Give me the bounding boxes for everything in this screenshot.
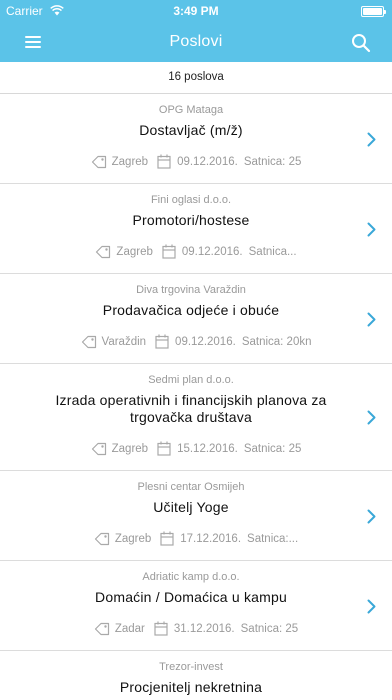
tag-icon: [94, 532, 109, 545]
chevron-right-icon: [367, 410, 376, 425]
job-meta: Zagreb 09.12.2016. Satnica: 25: [0, 154, 392, 169]
job-company: Sedmi plan d.o.o.: [148, 374, 234, 386]
job-date: 15.12.2016.: [177, 442, 238, 455]
chevron-right-icon: [367, 222, 376, 237]
job-meta: Zagreb 15.12.2016. Satnica: 25: [0, 441, 392, 456]
chevron-right-icon: [367, 509, 376, 524]
job-company: Fini oglasi d.o.o.: [150, 194, 232, 206]
calendar-icon: [162, 244, 176, 259]
job-title: Učitelj Yoge: [153, 499, 229, 515]
job-rate: Satnica: 25: [243, 155, 302, 168]
job-location: Zagreb: [111, 155, 149, 168]
job-company: Plesni centar Osmijeh: [137, 481, 245, 493]
nav-bar: Poslovi: [0, 22, 392, 62]
job-date: 31.12.2016.: [173, 622, 235, 635]
job-date: 09.12.2016.: [175, 335, 236, 348]
job-location: Zagreb: [111, 442, 149, 455]
job-rate: Satnica: 25: [243, 442, 302, 455]
job-title: Domaćin / Domaćica u kampu: [95, 589, 287, 605]
calendar-icon: [155, 334, 169, 349]
chevron-right-icon: [367, 599, 376, 614]
calendar-icon: [157, 154, 171, 169]
search-icon: [352, 34, 371, 53]
job-title: Prodavačica odjeće i obuće: [102, 302, 280, 318]
job-rate: Satnica: 20kn: [241, 335, 312, 348]
job-rate: Satnica: 25: [240, 622, 299, 635]
chevron-right-icon: [367, 132, 376, 147]
job-location: Zadar: [114, 622, 145, 635]
tag-icon: [91, 155, 106, 168]
job-item[interactable]: OPG Mataga Dostavljač (m/ž) Zagreb 09.12…: [0, 94, 392, 184]
job-title: Dostavljač (m/ž): [139, 122, 243, 138]
job-item[interactable]: Adriatic kamp d.o.o. Domaćin / Domaćica …: [0, 561, 392, 651]
job-date: 17.12.2016.: [180, 532, 242, 545]
job-date: 09.12.2016.: [181, 245, 243, 258]
job-list: OPG Mataga Dostavljač (m/ž) Zagreb 09.12…: [0, 94, 392, 700]
hamburger-icon: [25, 36, 41, 38]
job-item[interactable]: Plesni centar Osmijeh Učitelj Yoge Zagre…: [0, 471, 392, 561]
job-meta: Varaždin 09.12.2016. Satnica: 20kn: [0, 334, 392, 349]
menu-button[interactable]: [18, 30, 48, 54]
job-title: Promotori/hostese: [132, 212, 250, 228]
job-meta: Zagreb 09.12.2016. Satnica...: [0, 244, 392, 259]
job-item[interactable]: Fini oglasi d.o.o. Promotori/hostese Zag…: [0, 184, 392, 274]
job-count-bar: 16 poslova: [0, 62, 392, 94]
tag-icon: [96, 245, 111, 258]
job-item[interactable]: Trezor-invest Procjenitelj nekretnina: [0, 651, 392, 700]
job-location: Zagreb: [116, 245, 153, 258]
job-date: 09.12.2016.: [177, 155, 238, 168]
job-company: OPG Mataga: [158, 104, 224, 116]
status-bar: Carrier 3:49 PM: [0, 0, 392, 22]
tag-icon: [81, 335, 96, 348]
calendar-icon: [157, 441, 171, 456]
job-meta: Zadar 31.12.2016. Satnica: 25: [0, 621, 392, 636]
search-button[interactable]: [348, 30, 374, 56]
job-rate: Satnica...: [248, 245, 297, 258]
top-bar: Carrier 3:49 PM Poslovi: [0, 0, 392, 62]
calendar-icon: [160, 531, 174, 546]
job-count: 16 poslova: [168, 71, 224, 83]
job-company: Trezor-invest: [159, 661, 223, 673]
chevron-right-icon: [367, 312, 376, 327]
job-title: Izrada operativnih i financijskih planov…: [55, 392, 327, 425]
calendar-icon: [154, 621, 168, 636]
job-company: Diva trgovina Varaždin: [136, 284, 246, 296]
page-title: Poslovi: [169, 33, 223, 50]
job-item[interactable]: Sedmi plan d.o.o. Izrada operativnih i f…: [0, 364, 392, 471]
job-location: Zagreb: [114, 532, 152, 545]
tag-icon: [91, 442, 106, 455]
job-company: Adriatic kamp d.o.o.: [142, 571, 240, 583]
job-meta: Zagreb 17.12.2016. Satnica:...: [0, 531, 392, 546]
status-time: 3:49 PM: [173, 4, 219, 18]
job-title: Procjenitelj nekretnina: [119, 679, 263, 695]
job-location: Varaždin: [101, 335, 147, 348]
job-rate: Satnica:...: [247, 532, 299, 545]
tag-icon: [94, 622, 109, 635]
job-item[interactable]: Diva trgovina Varaždin Prodavačica odjeć…: [0, 274, 392, 364]
battery-icon: [361, 6, 386, 17]
